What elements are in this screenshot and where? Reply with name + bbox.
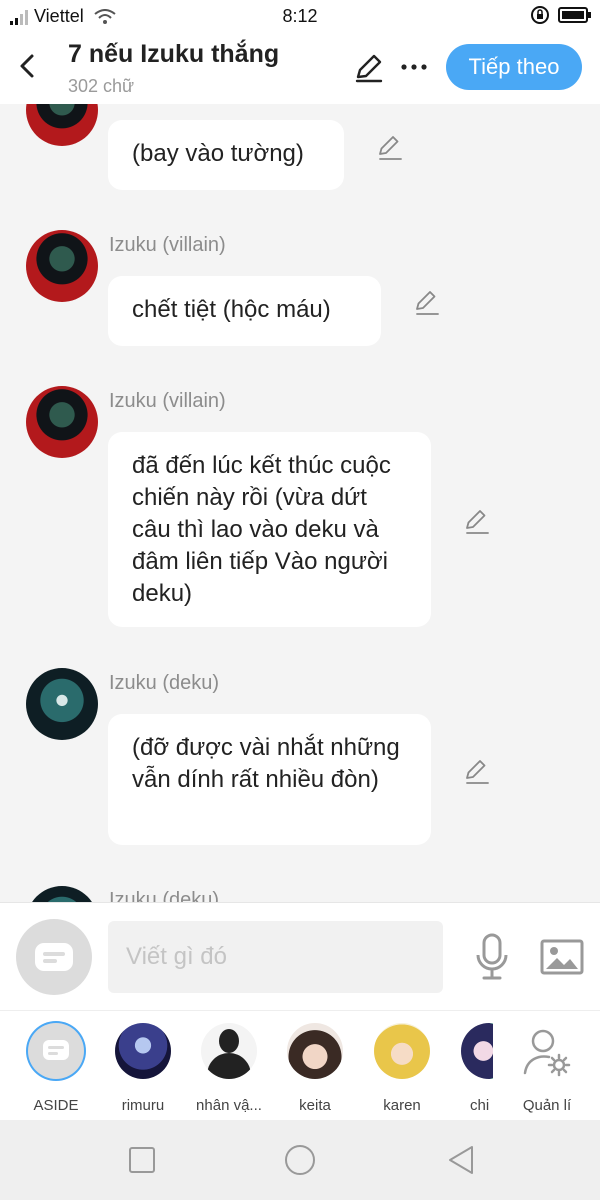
character-keita[interactable]: keita: [270, 1023, 360, 1114]
back-nav-icon[interactable]: [446, 1144, 476, 1176]
character-name: Quản lí: [522, 1097, 572, 1114]
microphone-icon[interactable]: [472, 933, 512, 981]
character-chi[interactable]: chi: [437, 1023, 493, 1114]
character-name: ASIDE: [33, 1097, 79, 1114]
villain-avatar[interactable]: [26, 104, 98, 146]
status-time: 8:12: [282, 6, 318, 26]
silhouette-avatar: [201, 1023, 257, 1079]
character-rimuru[interactable]: rimuru: [98, 1023, 188, 1114]
edit-message-icon[interactable]: [463, 508, 491, 536]
character-name: nhân vậ...: [196, 1097, 262, 1114]
edit-message-icon[interactable]: [376, 134, 404, 162]
edit-message-icon[interactable]: [463, 758, 491, 786]
back-icon[interactable]: [14, 50, 42, 82]
word-count: 302 chữ: [68, 76, 135, 96]
sender-name: Izuku (deku): [109, 672, 220, 694]
sender-name: Izuku (deku): [109, 889, 220, 902]
chi-avatar: [461, 1023, 493, 1079]
message-bubble[interactable]: đã đến lúc kết thúc cuộc chiến này rồi (…: [108, 432, 431, 627]
character-name: keita: [299, 1097, 331, 1114]
character-bar: ASIDE rimuru nhân vậ... keita karen chi …: [0, 1010, 600, 1121]
page-title: 7 nếu Izuku thắng: [68, 40, 280, 68]
edit-title-icon[interactable]: [353, 52, 385, 84]
manage-characters-button[interactable]: Quản lí: [502, 1023, 592, 1114]
character-unnamed[interactable]: nhân vậ...: [184, 1023, 274, 1114]
character-name: karen: [383, 1097, 421, 1114]
rimuru-avatar: [115, 1023, 171, 1079]
more-icon[interactable]: [398, 52, 430, 82]
edit-message-icon[interactable]: [413, 289, 441, 317]
next-button[interactable]: Tiếp theo: [446, 44, 582, 90]
keita-avatar: [287, 1023, 343, 1079]
recent-apps-icon[interactable]: [128, 1146, 156, 1174]
villain-avatar[interactable]: [26, 386, 98, 458]
message-text: (bay vào tường): [132, 140, 304, 167]
sender-name: Izuku (villain): [109, 390, 226, 412]
villain-avatar[interactable]: [26, 230, 98, 302]
message-bubble[interactable]: (bay vào tường): [108, 120, 344, 190]
composer-bar: [0, 902, 600, 1011]
aside-avatar: [28, 1023, 84, 1079]
message-text: đã đến lúc kết thúc cuộc chiến này rồi (…: [132, 452, 391, 607]
status-right: [530, 5, 592, 25]
manage-user-icon: [523, 1029, 571, 1077]
sender-name: Izuku (villain): [109, 234, 226, 256]
chat-area[interactable]: (bay vào tường) Izuku (villain) chết tiệ…: [0, 104, 600, 902]
deku-avatar[interactable]: [26, 886, 98, 902]
character-name: rimuru: [121, 1097, 165, 1114]
message-bubble[interactable]: (đỡ được vài nhắt những vẫn dính rất nhi…: [108, 714, 431, 845]
home-icon[interactable]: [283, 1143, 317, 1177]
character-aside[interactable]: ASIDE: [11, 1023, 101, 1114]
message-bubble[interactable]: chết tiệt (hộc máu): [108, 276, 381, 346]
system-nav-bar: [0, 1120, 600, 1200]
message-text: (đỡ được vài nhắt những vẫn dính rất nhi…: [132, 734, 400, 793]
deku-avatar[interactable]: [26, 668, 98, 740]
battery-icon: [558, 7, 591, 23]
image-icon[interactable]: [540, 937, 584, 977]
message-input[interactable]: [108, 921, 443, 993]
rotation-lock-icon: [531, 6, 549, 24]
message-text: chết tiệt (hộc máu): [132, 296, 331, 323]
header: 7 nếu Izuku thắng 302 chữ Tiếp theo: [0, 32, 600, 104]
character-karen[interactable]: karen: [357, 1023, 447, 1114]
karen-avatar: [374, 1023, 430, 1079]
status-bar: Viettel 8:12: [0, 0, 600, 32]
aside-icon: [35, 943, 73, 971]
aside-toggle-button[interactable]: [16, 919, 92, 995]
character-name: chi: [470, 1097, 490, 1114]
